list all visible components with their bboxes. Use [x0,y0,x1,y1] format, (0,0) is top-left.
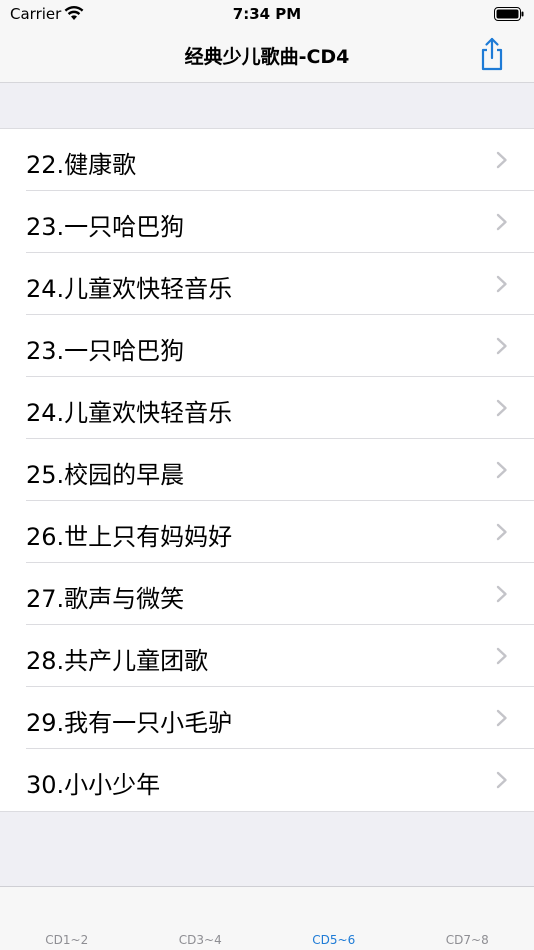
chevron-right-icon [496,275,507,293]
chevron-right-icon [496,213,507,231]
list-item[interactable]: 23.一只哈巴狗 [0,315,534,377]
chevron-right-icon [496,461,507,479]
tab-bar: CD1~2 CD3~4 CD5~6 CD7~8 [0,886,534,950]
list-item[interactable]: 26.世上只有妈妈好 [0,501,534,563]
list-item[interactable]: 25.校园的早晨 [0,439,534,501]
screen: Carrier 7:34 PM 经典少儿歌曲-CD4 22.健康歌 23.一只哈巴… [0,0,534,950]
tab-cd7-8[interactable]: CD7~8 [401,933,534,947]
list-item[interactable]: 22.健康歌 [0,129,534,191]
list-item-label: 28.共产儿童团歌 [26,647,209,675]
chevron-right-icon [496,647,507,665]
tab-cd3-4[interactable]: CD3~4 [134,933,268,947]
battery-icon [494,7,524,21]
list-item[interactable]: 24.儿童欢快轻音乐 [0,253,534,315]
list-item[interactable]: 24.儿童欢快轻音乐 [0,377,534,439]
status-time: 7:34 PM [232,5,302,23]
share-icon[interactable] [478,36,506,72]
chevron-right-icon [496,771,507,789]
list-item-label: 29.我有一只小毛驴 [26,709,233,737]
tab-cd1-2[interactable]: CD1~2 [0,933,134,947]
list-item-label: 26.世上只有妈妈好 [26,523,233,551]
chevron-right-icon [496,399,507,417]
list-item-label: 24.儿童欢快轻音乐 [26,275,233,303]
list-item-label: 30.小小少年 [26,771,161,799]
list-item-label: 23.一只哈巴狗 [26,337,185,365]
list-item-label: 23.一只哈巴狗 [26,213,185,241]
list-item[interactable]: 29.我有一只小毛驴 [0,687,534,749]
chevron-right-icon [496,151,507,169]
list-item-label: 24.儿童欢快轻音乐 [26,399,233,427]
chevron-right-icon [496,337,507,355]
list-item[interactable]: 27.歌声与微笑 [0,563,534,625]
list-item-label: 22.健康歌 [26,151,137,179]
page-title: 经典少儿歌曲-CD4 [184,46,350,68]
list-item[interactable]: 28.共产儿童团歌 [0,625,534,687]
chevron-right-icon [496,585,507,603]
list-item-label: 25.校园的早晨 [26,461,185,489]
song-list: 22.健康歌 23.一只哈巴狗 24.儿童欢快轻音乐 23.一只哈巴狗 24.儿童欢快轻… [0,128,534,812]
list-item-label: 27.歌声与微笑 [26,585,185,613]
chevron-right-icon [496,523,507,541]
tab-cd5-6[interactable]: CD5~6 [267,933,401,947]
list-item[interactable]: 23.一只哈巴狗 [0,191,534,253]
status-bar: Carrier 7:34 PM [0,0,534,28]
chevron-right-icon [496,709,507,727]
list-item[interactable]: 30.小小少年 [0,749,534,811]
navigation-bar: 经典少儿歌曲-CD4 [0,28,534,83]
